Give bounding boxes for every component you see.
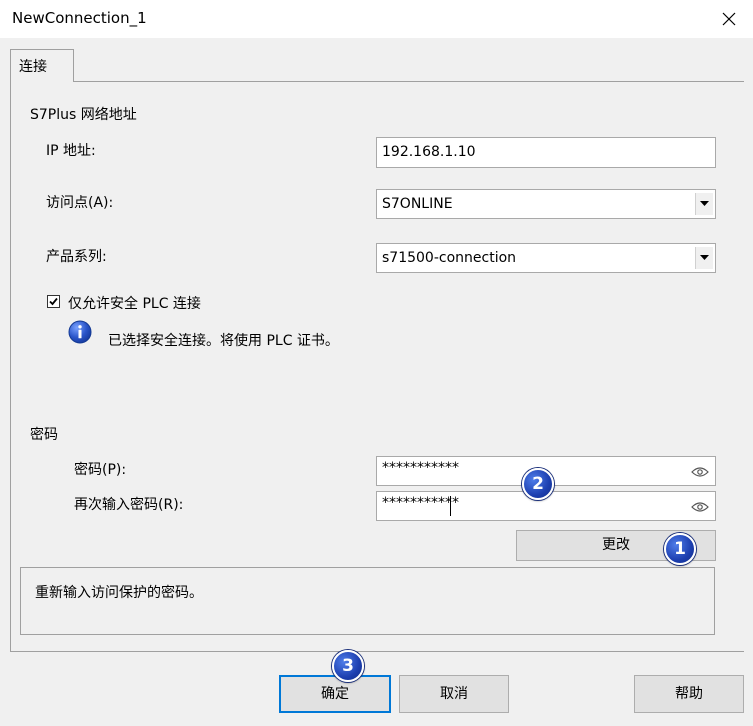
secure-only-checkbox[interactable] xyxy=(47,295,60,308)
secure-only-label[interactable]: 仅允许安全 PLC 连接 xyxy=(68,293,201,313)
product-family-label: 产品系列: xyxy=(46,249,107,265)
access-point-label: 访问点(A): xyxy=(46,195,114,211)
product-family-dropdown-button[interactable] xyxy=(695,247,713,269)
change-password-button-label: 更改 xyxy=(602,537,630,553)
ip-label: IP 地址: xyxy=(46,143,96,159)
cancel-button[interactable]: 取消 xyxy=(399,675,509,713)
ip-address-input[interactable]: 192.168.1.10 xyxy=(376,137,716,168)
tab-connection[interactable]: 连接 xyxy=(10,49,74,82)
close-icon xyxy=(722,12,736,26)
checkmark-icon xyxy=(49,297,58,306)
product-family-value: s71500-connection xyxy=(382,250,517,266)
ip-address-value: 192.168.1.10 xyxy=(382,144,476,160)
hint-box: 重新输入访问保护的密码。 xyxy=(20,567,715,635)
tab-connection-label: 连接 xyxy=(19,59,47,75)
reenter-password-label: 再次输入密码(R): xyxy=(74,497,184,513)
reenter-password-value: *********** xyxy=(382,495,459,511)
cancel-button-label: 取消 xyxy=(440,686,468,702)
chevron-down-icon xyxy=(700,201,709,206)
step-badge-2: 2 xyxy=(522,468,554,500)
step-badge-3: 3 xyxy=(332,650,364,682)
access-point-select[interactable]: S7ONLINE xyxy=(376,189,716,219)
password-section-title: 密码 xyxy=(30,427,58,443)
access-point-dropdown-button[interactable] xyxy=(695,193,713,215)
network-section-title: S7Plus 网络地址 xyxy=(30,107,137,123)
access-point-value: S7ONLINE xyxy=(382,196,453,212)
title-bar: NewConnection_1 xyxy=(0,0,753,38)
chevron-down-icon xyxy=(700,255,709,260)
help-button-label: 帮助 xyxy=(675,686,703,702)
secure-connection-info: 已选择安全连接。将使用 PLC 证书。 xyxy=(108,333,339,349)
help-button[interactable]: 帮助 xyxy=(634,675,744,713)
step-badge-1: 1 xyxy=(664,533,696,565)
product-family-select[interactable]: s71500-connection xyxy=(376,243,716,273)
eye-icon[interactable] xyxy=(691,466,709,478)
eye-icon[interactable] xyxy=(691,501,709,513)
text-cursor xyxy=(450,496,451,516)
ok-button-label: 确定 xyxy=(321,686,349,702)
close-button[interactable] xyxy=(706,0,752,38)
info-icon xyxy=(68,320,92,344)
password-label: 密码(P): xyxy=(74,462,127,478)
password-value: *********** xyxy=(382,460,459,476)
window-title: NewConnection_1 xyxy=(12,9,147,27)
hint-text: 重新输入访问保护的密码。 xyxy=(35,585,203,601)
ok-button[interactable]: 确定 xyxy=(279,675,391,713)
